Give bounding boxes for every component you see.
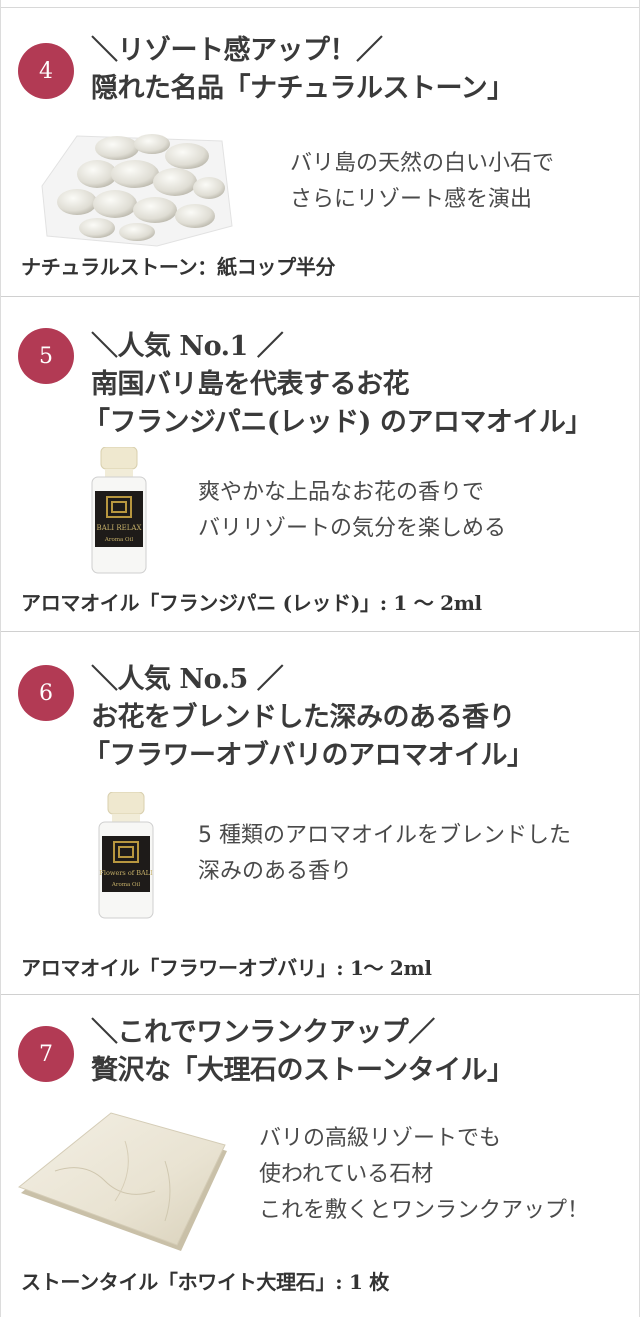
step-number-badge: 5 — [18, 328, 74, 384]
item-caption: ストーンタイル「ホワイト大理石」: 1 枚 — [21, 1270, 389, 1294]
heading-line: ＼リゾート感アップ！／ — [91, 35, 383, 66]
heading-line: 南国バリ島を代表するお花 — [91, 369, 410, 400]
section-description: バリの高級リゾートでも 使われている石材 これを敷くとワンランクアップ！ — [259, 1121, 589, 1229]
step-number-badge: 4 — [18, 43, 74, 99]
description-line: 使われている石材 — [259, 1162, 434, 1187]
bottle-label-name: Flowers of BALI — [99, 869, 153, 877]
bottle-label-type: Aroma Oil — [104, 537, 133, 543]
heading-line: 隠れた名品「ナチュラルストーン」 — [91, 73, 514, 104]
page: 4 ＼リゾート感アップ！／ 隠れた名品「ナチュラルストーン」 バリ島の天然の白い… — [0, 0, 640, 1317]
description-line: バリリゾートの気分を楽しめる — [198, 516, 507, 541]
description-line: バリの高級リゾートでも — [259, 1126, 502, 1151]
bottle-label-name: BALI RELAX — [97, 524, 142, 532]
marble-tile-icon — [17, 1112, 227, 1251]
heading-line: ＼人気 No.1 ／ — [91, 331, 284, 362]
aroma-oil-bottle-icon: Flowers of BALI Aroma Oil — [98, 792, 154, 919]
description-line: 深みのある香り — [198, 859, 353, 884]
heading-line: 贅沢な「大理石のストーンタイル」 — [91, 1055, 514, 1086]
step-number-badge: 6 — [18, 665, 74, 721]
section-4: 4 ＼リゾート感アップ！／ 隠れた名品「ナチュラルストーン」 バリ島の天然の白い… — [1, 8, 639, 297]
section-7: 7 ＼これでワンランクアップ／ 贅沢な「大理石のストーンタイル」 バリの高級リゾ… — [1, 995, 639, 1317]
section-description: 爽やかな上品なお花の香りで バリリゾートの気分を楽しめる — [198, 475, 506, 547]
description-line: さらにリゾート感を演出 — [290, 187, 533, 212]
description-line: バリ島の天然の白い小石で — [290, 151, 555, 176]
section-description: バリ島の天然の白い小石で さらにリゾート感を演出 — [290, 146, 554, 218]
pebbles-in-bag-icon — [41, 134, 233, 247]
heading-line: 「フラワーオブバリのアロマオイル」 — [83, 740, 534, 771]
aroma-oil-bottle-icon: BALI RELAX Aroma Oil — [91, 447, 147, 574]
heading-line: ＼人気 No.5 ／ — [91, 664, 284, 695]
section-6: 6 ＼人気 No.5 ／ お花をブレンドした深みのある香り 「フラワーオブバリの… — [1, 632, 639, 995]
item-caption: アロマオイル「フラワーオブバリ」: 1〜 2ml — [21, 956, 432, 980]
item-caption: ナチュラルストーン：紙コップ半分 — [21, 255, 336, 279]
section-heading: ＼人気 No.5 ／ お花をブレンドした深みのある香り 「フラワーオブバリのアロ… — [83, 661, 633, 775]
description-line: これを敷くとワンランクアップ！ — [259, 1198, 590, 1223]
section-heading: ＼人気 No.1 ／ 南国バリ島を代表するお花 「フランジパニ(レッド) のアロ… — [83, 328, 633, 442]
item-caption: アロマオイル「フランジパニ (レッド)」: 1 〜 2ml — [21, 591, 482, 615]
bottle-label-type: Aroma Oil — [111, 882, 140, 888]
description-line: 爽やかな上品なお花の香りで — [198, 480, 485, 505]
section-description: 5 種類のアロマオイルをブレンドした 深みのある香り — [198, 818, 571, 890]
step-number-badge: 7 — [18, 1026, 74, 1082]
heading-line: ＼これでワンランクアップ／ — [91, 1017, 435, 1048]
description-line: 5 種類のアロマオイルをブレンドした — [198, 823, 571, 848]
heading-line: 「フランジパニ(レッド) のアロマオイル」 — [83, 407, 592, 438]
section-heading: ＼これでワンランクアップ／ 贅沢な「大理石のストーンタイル」 — [91, 1014, 633, 1090]
heading-line: お花をブレンドした深みのある香り — [91, 702, 516, 733]
section-5: 5 ＼人気 No.1 ／ 南国バリ島を代表するお花 「フランジパニ(レッド) の… — [1, 297, 639, 632]
section-heading: ＼リゾート感アップ！／ 隠れた名品「ナチュラルストーン」 — [91, 32, 633, 108]
